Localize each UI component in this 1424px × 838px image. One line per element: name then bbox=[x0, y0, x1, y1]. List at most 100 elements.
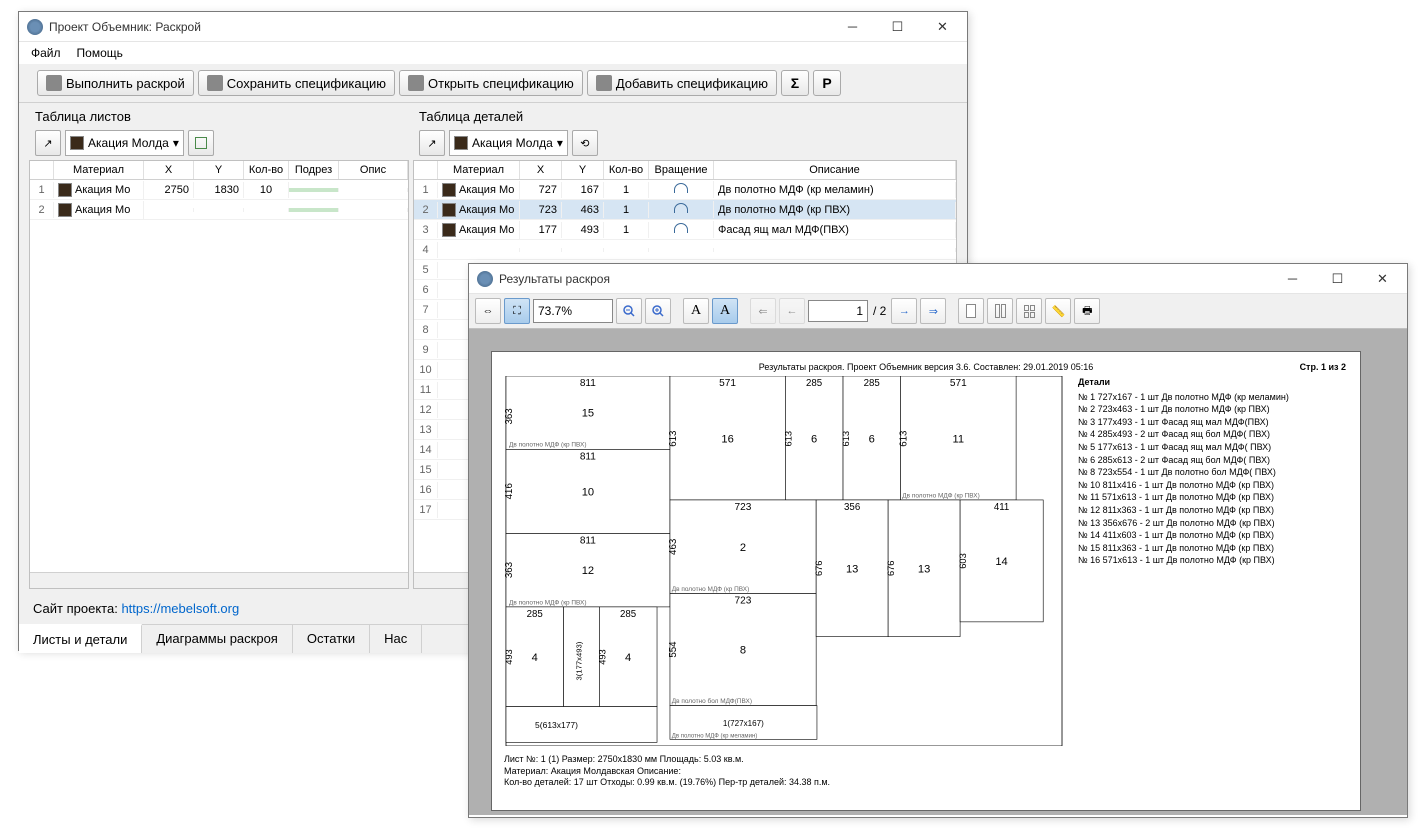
text-a2-button[interactable]: A bbox=[712, 298, 738, 324]
table-row[interactable]: 1Акация Мо7271671Дв полотно МДФ (кр мела… bbox=[414, 180, 956, 200]
page-input[interactable] bbox=[808, 300, 868, 322]
zoom-out-button[interactable] bbox=[616, 298, 642, 324]
detail-line: № 2 723x463 - 1 шт Дв полотно МДФ (кр ПВ… bbox=[1078, 403, 1348, 416]
svg-text:493: 493 bbox=[597, 649, 607, 665]
details-list: Детали № 1 727x167 - 1 шт Дв полотно МДФ… bbox=[1078, 376, 1348, 789]
svg-text:285: 285 bbox=[620, 609, 636, 620]
sheets-panel: Таблица листов ↗ Акация Молда ▾ Материал… bbox=[29, 107, 409, 589]
parts-title: Таблица деталей bbox=[413, 107, 957, 126]
save-icon bbox=[207, 75, 223, 91]
maximize-button[interactable]: ☐ bbox=[1315, 265, 1360, 293]
add-icon bbox=[596, 75, 612, 91]
parts-rotate-tool[interactable]: ⟲ bbox=[572, 130, 598, 156]
detail-line: № 8 723x554 - 1 шт Дв полотно бол МДФ( П… bbox=[1078, 466, 1348, 479]
view-single-button[interactable] bbox=[958, 298, 984, 324]
first-page-button[interactable]: ⇐ bbox=[750, 298, 776, 324]
results-toolbar: ⇔ ⛶ A A ⇐ ← / 2 → ⇒ 📏 🖶 bbox=[469, 294, 1407, 329]
detail-line: № 11 571x613 - 1 шт Дв полотно МДФ (кр П… bbox=[1078, 491, 1348, 504]
zoom-in-button[interactable] bbox=[645, 298, 671, 324]
nesting-diagram: text{font-family:sans-serif;} 811 363 15… bbox=[504, 376, 1064, 789]
detail-line: № 5 177x613 - 1 шт Фасад ящ мал МДФ( ПВХ… bbox=[1078, 441, 1348, 454]
detail-line: № 3 177x493 - 1 шт Фасад ящ мал МДФ(ПВХ) bbox=[1078, 416, 1348, 429]
view-grid-button[interactable] bbox=[1016, 298, 1042, 324]
svg-text:5(613x177): 5(613x177) bbox=[535, 720, 578, 730]
toolbar: Выполнить раскрой Сохранить спецификацию… bbox=[19, 64, 967, 103]
parts-material-combo[interactable]: Акация Молда ▾ bbox=[449, 130, 568, 156]
svg-text:554: 554 bbox=[668, 641, 679, 658]
minimize-button[interactable]: ─ bbox=[830, 13, 875, 41]
tab-diagrams[interactable]: Диаграммы раскроя bbox=[142, 625, 292, 653]
table-row[interactable]: 2Акация Мо bbox=[30, 200, 408, 220]
svg-text:363: 363 bbox=[504, 408, 515, 424]
parts-tool-1[interactable]: ↗ bbox=[419, 130, 445, 156]
maximize-button[interactable]: ☐ bbox=[875, 13, 920, 41]
material-swatch bbox=[454, 136, 468, 150]
results-viewport[interactable]: Результаты раскроя. Проект Объемник верс… bbox=[469, 329, 1407, 815]
ruler-button[interactable]: 📏 bbox=[1045, 298, 1071, 324]
svg-text:363: 363 bbox=[504, 562, 515, 578]
svg-text:14: 14 bbox=[995, 556, 1007, 568]
sheets-material-combo[interactable]: Акация Молда ▾ bbox=[65, 130, 184, 156]
sheets-title: Таблица листов bbox=[29, 107, 409, 126]
svg-text:Дв полотно МДФ (кр ПВХ): Дв полотно МДФ (кр ПВХ) bbox=[509, 599, 587, 606]
tab-settings[interactable]: Нас bbox=[370, 625, 422, 653]
detail-line: № 14 411x603 - 1 шт Дв полотно МДФ (кр П… bbox=[1078, 529, 1348, 542]
table-row[interactable]: 2Акация Мо7234631Дв полотно МДФ (кр ПВХ) bbox=[414, 200, 956, 220]
open-spec-button[interactable]: Открыть спецификацию bbox=[399, 70, 583, 96]
print-button[interactable]: 🖶 bbox=[1074, 298, 1100, 324]
menu-help[interactable]: Помощь bbox=[69, 44, 131, 62]
close-button[interactable]: ✕ bbox=[920, 13, 965, 41]
sheets-tool-1[interactable]: ↗ bbox=[35, 130, 61, 156]
last-page-button[interactable]: ⇒ bbox=[920, 298, 946, 324]
table-row[interactable]: 4 bbox=[414, 240, 956, 260]
tab-sheets-parts[interactable]: Листы и детали bbox=[19, 624, 142, 653]
zoom-combo[interactable] bbox=[533, 299, 613, 323]
detail-line: № 12 811x363 - 1 шт Дв полотно МДФ (кр П… bbox=[1078, 504, 1348, 517]
table-row[interactable]: 3Акация Мо1774931Фасад ящ мал МДФ(ПВХ) bbox=[414, 220, 956, 240]
scrollbar-h[interactable] bbox=[30, 572, 408, 588]
table-row[interactable]: 1Акация Мо2750183010 bbox=[30, 180, 408, 200]
text-a-button[interactable]: A bbox=[683, 298, 709, 324]
result-page: Результаты раскроя. Проект Объемник верс… bbox=[491, 351, 1361, 811]
svg-text:3(177x493): 3(177x493) bbox=[574, 641, 583, 680]
tab-remains[interactable]: Остатки bbox=[293, 625, 370, 653]
sheets-tool-2[interactable] bbox=[188, 130, 214, 156]
svg-text:416: 416 bbox=[504, 483, 515, 499]
detail-line: № 13 356x676 - 2 шт Дв полотно МДФ (кр П… bbox=[1078, 517, 1348, 530]
svg-text:285: 285 bbox=[806, 378, 822, 389]
prev-page-button[interactable]: ← bbox=[779, 298, 805, 324]
close-button[interactable]: ✕ bbox=[1360, 265, 1405, 293]
sheet-info: Лист №: 1 (1) Размер: 2750x1830 мм Площа… bbox=[504, 754, 1064, 789]
menu-file[interactable]: Файл bbox=[23, 44, 69, 62]
svg-text:676: 676 bbox=[886, 561, 896, 577]
svg-text:6: 6 bbox=[811, 434, 817, 446]
save-spec-button[interactable]: Сохранить спецификацию bbox=[198, 70, 395, 96]
minimize-button[interactable]: ─ bbox=[1270, 265, 1315, 293]
svg-text:13: 13 bbox=[918, 563, 930, 575]
svg-text:1(727x167): 1(727x167) bbox=[723, 719, 764, 728]
svg-text:285: 285 bbox=[527, 609, 543, 620]
menubar: Файл Помощь bbox=[19, 42, 967, 64]
fit-page-button[interactable]: ⛶ bbox=[504, 298, 530, 324]
svg-text:613: 613 bbox=[899, 431, 910, 447]
page-header: Результаты раскроя. Проект Объемник верс… bbox=[504, 362, 1348, 372]
svg-text:Дв полотно МДФ (кр ПВХ): Дв полотно МДФ (кр ПВХ) bbox=[509, 442, 587, 449]
execute-button[interactable]: Выполнить раскрой bbox=[37, 70, 194, 96]
sheets-grid[interactable]: Материал X Y Кол-во Подрез Опис 1Акация … bbox=[29, 160, 409, 589]
site-link[interactable]: https://mebelsoft.org bbox=[121, 601, 239, 616]
svg-text:811: 811 bbox=[580, 536, 596, 547]
fit-width-button[interactable]: ⇔ bbox=[475, 298, 501, 324]
detail-line: № 15 811x363 - 1 шт Дв полотно МДФ (кр П… bbox=[1078, 542, 1348, 555]
open-icon bbox=[408, 75, 424, 91]
next-page-button[interactable]: → bbox=[891, 298, 917, 324]
add-spec-button[interactable]: Добавить спецификацию bbox=[587, 70, 777, 96]
titlebar: Проект Объемник: Раскрой ─ ☐ ✕ bbox=[19, 12, 967, 42]
detail-line: № 6 285x613 - 2 шт Фасад ящ бол МДФ( ПВХ… bbox=[1078, 454, 1348, 467]
view-double-button[interactable] bbox=[987, 298, 1013, 324]
svg-text:Дв полотно бол МДФ(ПВХ): Дв полотно бол МДФ(ПВХ) bbox=[672, 697, 752, 705]
svg-text:12: 12 bbox=[582, 565, 594, 577]
svg-text:603: 603 bbox=[958, 553, 968, 569]
svg-text:411: 411 bbox=[994, 502, 1009, 513]
p-button[interactable]: P bbox=[813, 70, 841, 96]
sigma-button[interactable]: Σ bbox=[781, 70, 809, 96]
